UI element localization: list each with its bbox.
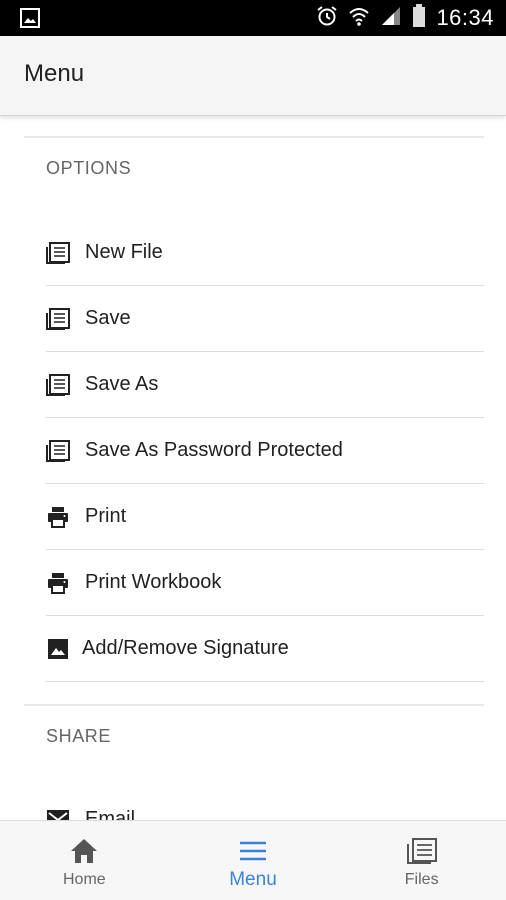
divider [24, 704, 484, 706]
menu-icon [237, 835, 269, 867]
page-title: Menu [24, 60, 85, 87]
menu-item-label: Save As [85, 373, 159, 395]
nav-tab-menu[interactable]: Menu [169, 821, 338, 900]
menu-item-print-workbook[interactable]: Print Workbook [46, 550, 484, 616]
home-icon [68, 835, 100, 867]
clock-time: 16:34 [436, 5, 494, 30]
document-icon [46, 439, 70, 463]
image-icon [46, 637, 70, 661]
section-header-share: SHARE [46, 726, 112, 746]
mail-icon [46, 807, 70, 820]
menu-item-label: New File [85, 241, 163, 263]
nav-tab-files[interactable]: Files [337, 821, 506, 900]
menu-item-label: Print Workbook [85, 571, 222, 593]
document-icon [46, 307, 70, 331]
menu-item-email[interactable]: Email [46, 786, 484, 820]
document-icon [46, 241, 70, 265]
wifi-icon [348, 5, 370, 32]
printer-icon [46, 571, 70, 595]
status-bar: 16:34 [0, 0, 506, 36]
section-header-options: OPTIONS [46, 158, 132, 178]
menu-item-label: Add/Remove Signature [82, 637, 289, 659]
nav-tab-home[interactable]: Home [0, 821, 169, 900]
menu-item-save-as-password-protected[interactable]: Save As Password Protected [46, 418, 484, 484]
menu-item-label: Print [85, 505, 127, 527]
alarm-icon [316, 5, 338, 32]
app-bar: Menu [0, 36, 506, 116]
menu-item-save[interactable]: Save [46, 286, 484, 352]
gallery-icon [20, 8, 40, 28]
menu-item-add-remove-signature[interactable]: Add/Remove Signature [46, 616, 484, 682]
menu-item-label: Save [85, 307, 131, 329]
nav-label: Menu [229, 869, 277, 890]
nav-label: Home [62, 871, 106, 888]
menu-item-label: Email [85, 807, 136, 821]
menu-content[interactable]: OPTIONS New File Save Save As Save As Pa… [0, 116, 506, 820]
menu-item-new-file[interactable]: New File [46, 220, 484, 286]
printer-icon [46, 505, 70, 529]
menu-item-label: Save As Password Protected [85, 439, 343, 461]
signal-icon [380, 5, 402, 32]
document-icon [46, 373, 70, 397]
divider [24, 136, 484, 138]
menu-item-save-as[interactable]: Save As [46, 352, 484, 418]
nav-label: Files [404, 871, 439, 888]
bottom-navigation: Home Menu Files [0, 820, 506, 900]
document-icon [406, 835, 438, 867]
battery-icon [412, 3, 426, 33]
menu-item-print[interactable]: Print [46, 484, 484, 550]
